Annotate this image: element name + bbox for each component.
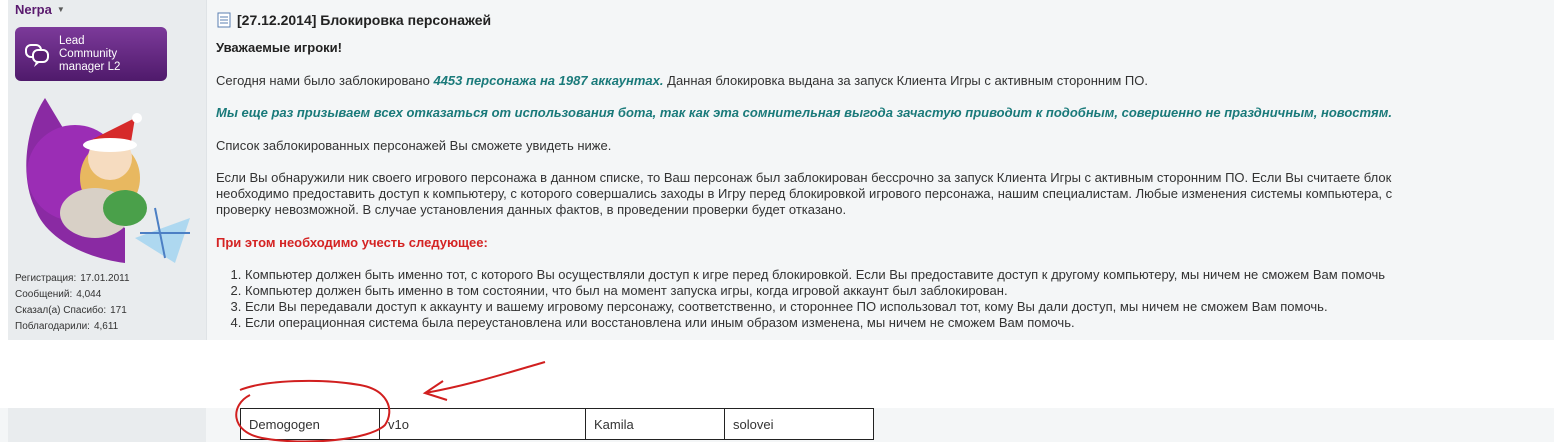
instructions-paragraph: Если Вы обнаружили ник своего игрового п… [216, 170, 1393, 217]
bottom-sidebar [8, 408, 206, 442]
stat-registration: Регистрация: 17.01.2011 [15, 273, 130, 284]
username[interactable]: Nerpa [15, 2, 52, 17]
table-cell: solovei [724, 408, 874, 440]
rank-badge: Lead Community manager L2 [15, 27, 167, 81]
rank-line-3: manager L2 [59, 60, 121, 73]
caret-down-icon[interactable]: ▼ [57, 5, 65, 14]
chat-bubble-icon [25, 44, 49, 67]
username-row[interactable]: Nerpa ▼ [15, 2, 65, 17]
annotation-arrow [424, 361, 546, 394]
avatar [26, 98, 190, 263]
warning-heading: При этом необходимо учесть следующее: [216, 235, 488, 250]
greeting: Уважаемые игроки! [216, 40, 342, 55]
stat-thanks-received: Поблагодарили: 4,611 [15, 321, 119, 332]
rank-text: Lead Community manager L2 [59, 35, 120, 74]
conditions-list: Компьютер должен быть именно тот, с кото… [216, 267, 1552, 331]
block-count-highlight: 4453 персонажа на 1987 аккаунтах. [433, 73, 664, 88]
block-count-line: Сегодня нами было заблокировано 4453 пер… [216, 73, 1148, 88]
table-cell: v1o [379, 408, 586, 440]
table-row: Demogogen v1o Kamila solovei [240, 408, 874, 440]
rank-line-1: Lead [59, 34, 85, 47]
rank-line-2: Community [59, 47, 118, 60]
banned-characters-table: Demogogen v1o Kamila solovei [240, 408, 874, 440]
document-icon [217, 12, 231, 28]
post-title: [27.12.2014] Блокировка персонажей [217, 12, 491, 28]
stat-posts: Сообщений: 4,044 [15, 289, 102, 300]
list-item: Компьютер должен быть именно тот, с кото… [245, 267, 1552, 283]
table-cell: Demogogen [240, 408, 380, 440]
list-intro: Список заблокированных персонажей Вы смо… [216, 138, 612, 153]
list-item: Компьютер должен быть именно в том состо… [245, 283, 1552, 299]
table-cell: Kamila [585, 408, 725, 440]
list-item: Если Вы передавали доступ к аккаунту и в… [245, 299, 1552, 315]
user-sidebar: Nerpa ▼ Lead Community manager L2 Регист… [8, 0, 207, 340]
post-title-text: [27.12.2014] Блокировка персонажей [237, 12, 492, 28]
post-content: [27.12.2014] Блокировка персонажей Уважа… [207, 0, 1554, 340]
list-item: Если операционная система была переустан… [245, 315, 1552, 331]
annotation-arrowhead [422, 380, 448, 401]
user-stats: Регистрация: 17.01.2011 Сообщений: 4,044 С… [15, 271, 134, 335]
appeal-text: Мы еще раз призываем всех отказаться от … [216, 105, 1392, 120]
post-body: Уважаемые игроки! Сегодня нами было забл… [216, 40, 1552, 331]
stat-thanked: Сказал(а) Спасибо: 171 [15, 305, 127, 316]
